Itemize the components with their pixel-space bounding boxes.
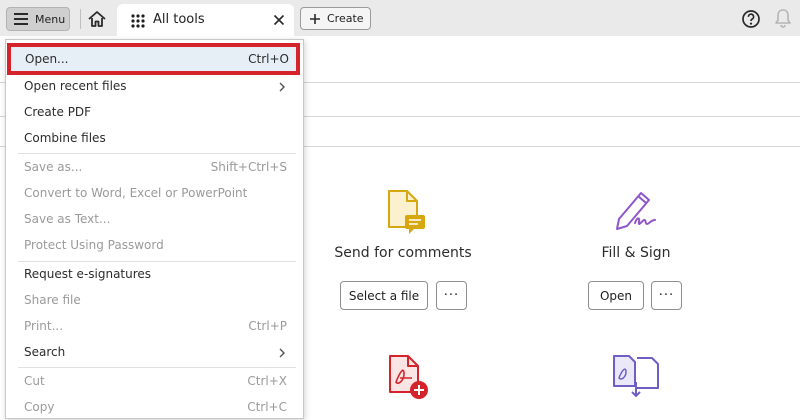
more-options-label: ··· — [658, 288, 675, 303]
grid-icon — [131, 14, 145, 28]
home-button[interactable] — [86, 8, 108, 30]
open-button[interactable]: Open — [588, 281, 644, 310]
menu-item-shortcut: Shift+Ctrl+S — [210, 160, 287, 174]
pdf-add-icon — [389, 355, 428, 399]
menu-item-protect-password[interactable]: Protect Using Password — [6, 234, 303, 258]
tab-label: All tools — [153, 12, 205, 27]
menu-item-label: Combine files — [24, 131, 106, 145]
menu-item-label: Protect Using Password — [24, 238, 164, 252]
menu-separator — [18, 153, 296, 154]
main-menu-dropdown: Open... Ctrl+O Open recent files Create … — [5, 39, 304, 419]
close-icon[interactable] — [273, 14, 285, 26]
menu-item-print[interactable]: Print... Ctrl+P — [6, 315, 303, 339]
menu-item-convert[interactable]: Convert to Word, Excel or PowerPoint — [6, 182, 303, 206]
create-button[interactable]: Create — [300, 7, 371, 30]
menu-item-label: Open... — [25, 52, 69, 66]
help-button[interactable] — [741, 9, 761, 33]
open-button-label: Open — [599, 288, 633, 303]
more-options-button[interactable]: ··· — [651, 281, 682, 310]
menu-item-label: Create PDF — [24, 105, 92, 119]
chevron-right-icon — [279, 82, 285, 92]
menu-item-request-esignatures[interactable]: Request e-signatures — [6, 263, 303, 287]
tool-title: Fill & Sign — [601, 245, 671, 261]
create-button-label: Create — [327, 12, 364, 25]
help-icon — [742, 10, 760, 28]
bell-icon — [775, 9, 791, 28]
select-file-button-label: Select a file — [348, 288, 420, 303]
menu-item-combine-files[interactable]: Combine files — [6, 127, 303, 151]
more-options-button[interactable]: ··· — [436, 281, 467, 310]
menu-item-copy[interactable]: Copy Ctrl+C — [6, 396, 303, 420]
menu-item-label: Print... — [24, 319, 64, 333]
plus-icon — [310, 13, 320, 24]
menu-button[interactable]: Menu — [6, 7, 70, 31]
menu-item-create-pdf[interactable]: Create PDF — [6, 101, 303, 125]
hamburger-icon — [14, 13, 28, 25]
menu-item-label: Save as Text... — [24, 212, 111, 226]
menu-item-label: Share file — [24, 293, 81, 307]
menu-item-shortcut: Ctrl+C — [247, 400, 287, 414]
select-file-button[interactable]: Select a file — [340, 281, 428, 310]
menu-separator — [18, 261, 296, 262]
divider — [80, 9, 81, 29]
menu-item-shortcut: Ctrl+P — [248, 319, 287, 333]
menu-item-label: Cut — [24, 374, 45, 388]
menu-item-label: Copy — [24, 400, 55, 414]
menu-button-label: Menu — [35, 12, 66, 26]
more-options-label: ··· — [443, 288, 460, 303]
menu-item-share-file[interactable]: Share file — [6, 289, 303, 313]
menu-item-save-as-text[interactable]: Save as Text... — [6, 208, 303, 232]
comment-document-icon — [388, 190, 425, 234]
tab-all-tools[interactable]: All tools — [117, 4, 294, 36]
home-icon — [88, 11, 106, 27]
menu-item-shortcut: Ctrl+O — [248, 52, 289, 66]
chevron-right-icon — [279, 348, 285, 358]
menu-separator — [18, 367, 296, 368]
menu-item-search[interactable]: Search — [6, 341, 303, 365]
menu-item-label: Open recent files — [24, 79, 127, 93]
menu-item-open-recent-files[interactable]: Open recent files — [6, 75, 303, 99]
menu-item-open[interactable]: Open... Ctrl+O — [7, 43, 300, 75]
menu-item-label: Search — [24, 345, 66, 359]
menu-item-save-as[interactable]: Save as... Shift+Ctrl+S — [6, 156, 303, 180]
tool-title: Send for comments — [334, 245, 472, 261]
menu-item-label: Save as... — [24, 160, 83, 174]
compare-files-icon — [613, 355, 659, 398]
menu-item-shortcut: Ctrl+X — [247, 374, 287, 388]
menu-item-label: Request e-signatures — [24, 267, 152, 281]
pen-signature-icon — [616, 192, 656, 230]
top-tab-bar: Menu All tools Create — [0, 0, 800, 36]
menu-item-label: Convert to Word, Excel or PowerPoint — [24, 186, 248, 200]
notifications-button[interactable] — [774, 8, 792, 32]
menu-item-cut[interactable]: Cut Ctrl+X — [6, 370, 303, 394]
